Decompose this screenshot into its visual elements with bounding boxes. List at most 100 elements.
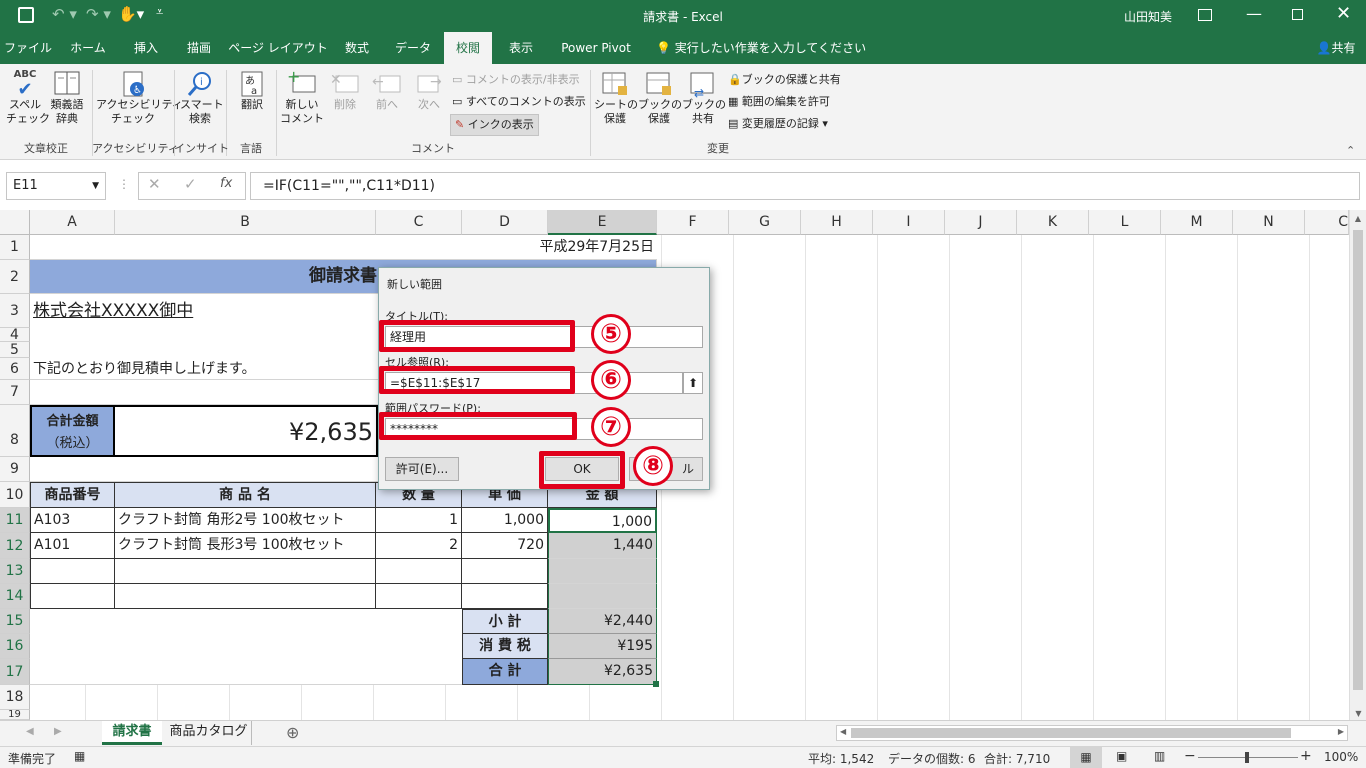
row-header-19[interactable]: 19 xyxy=(0,710,30,720)
tab-review[interactable]: 校閲 xyxy=(444,32,492,64)
empty-row-13-qty[interactable] xyxy=(376,559,462,584)
h-scroll-thumb[interactable] xyxy=(851,728,1291,738)
row-header-14[interactable]: 14 xyxy=(0,584,30,609)
row-header-5[interactable]: 5 xyxy=(0,342,30,358)
protect-workbook-button[interactable]: ブックの 保護 xyxy=(638,70,682,126)
share-button[interactable]: 👤共有 xyxy=(1310,32,1362,64)
show-ink-button[interactable]: ✎ インクの表示 xyxy=(450,114,539,136)
empty-row-13-price[interactable] xyxy=(462,559,548,584)
scroll-left-icon[interactable]: ◀ xyxy=(840,727,846,736)
col-header-d[interactable]: D xyxy=(462,210,548,235)
col-header-j[interactable]: J xyxy=(945,210,1017,235)
page-layout-view-icon[interactable]: ▣ xyxy=(1116,749,1127,763)
formula-input[interactable]: =IF(C11="","",C11*D11) xyxy=(250,172,1360,200)
show-all-comments-button[interactable]: ▭ すべてのコメントの表示 xyxy=(452,92,586,112)
next-sheet-icon[interactable]: ▶ xyxy=(54,726,62,737)
cancel-icon[interactable]: ✕ xyxy=(148,175,161,193)
col-header-g[interactable]: G xyxy=(729,210,801,235)
tab-page-layout[interactable]: ページ レイアウト xyxy=(228,32,328,64)
collapse-ribbon-icon[interactable]: ⌃ xyxy=(1346,144,1355,157)
col-header-b[interactable]: B xyxy=(115,210,376,235)
show-hide-comment-button[interactable]: ▭ コメントの表示/非表示 xyxy=(452,70,580,90)
status-average[interactable]: 平均: 1,542 xyxy=(808,750,874,767)
horizontal-scrollbar[interactable]: ◀ ▶ xyxy=(836,725,1348,741)
track-changes-button[interactable]: ▤ 変更履歴の記録 ▾ xyxy=(728,114,828,134)
item-1-name[interactable]: クラフト封筒 角形2号 100枚セット xyxy=(115,508,376,533)
scroll-right-icon[interactable]: ▶ xyxy=(1338,727,1344,736)
zoom-slider-thumb[interactable] xyxy=(1245,752,1249,763)
zoom-out-icon[interactable]: − xyxy=(1184,748,1196,764)
empty-row-14-name[interactable] xyxy=(115,584,376,609)
empty-row-14-qty[interactable] xyxy=(376,584,462,609)
tab-data[interactable]: データ xyxy=(386,32,440,64)
item-2-code[interactable]: A101 xyxy=(30,533,115,559)
add-sheet-icon[interactable]: ⊕ xyxy=(286,723,299,742)
col-header-o[interactable]: C xyxy=(1305,210,1349,235)
empty-row-14-price[interactable] xyxy=(462,584,548,609)
col-header-f[interactable]: F xyxy=(657,210,729,235)
col-header-h[interactable]: H xyxy=(801,210,873,235)
tab-power-pivot[interactable]: Power Pivot xyxy=(550,32,642,64)
grand-total-value[interactable]: ¥2,635 xyxy=(548,659,657,685)
total-amount-cell[interactable]: ¥2,635 xyxy=(115,405,378,457)
vertical-scrollbar[interactable]: ▲ ▼ xyxy=(1349,210,1366,720)
row-header-12[interactable]: 12 xyxy=(0,533,30,559)
macro-record-icon[interactable]: ▦ xyxy=(74,749,85,763)
col-header-k[interactable]: K xyxy=(1017,210,1089,235)
accessibility-check-button[interactable]: ♿ アクセシビリティ チェック xyxy=(96,70,183,126)
translate-button[interactable]: あa 翻訳 xyxy=(232,70,272,112)
header-code[interactable]: 商品番号 xyxy=(30,482,115,508)
tab-formulas[interactable]: 数式 xyxy=(332,32,382,64)
zoom-in-icon[interactable]: + xyxy=(1300,748,1312,764)
row-header-11[interactable]: 11 xyxy=(0,508,30,533)
scroll-thumb[interactable] xyxy=(1353,230,1363,690)
subtotal-label[interactable]: 小 計 xyxy=(462,609,548,634)
item-1-code[interactable]: A103 xyxy=(30,508,115,533)
select-all-corner[interactable] xyxy=(0,210,30,235)
subtotal-value[interactable]: ¥2,440 xyxy=(548,609,657,634)
scroll-down-icon[interactable]: ▼ xyxy=(1350,709,1366,718)
header-name[interactable]: 商 品 名 xyxy=(115,482,376,508)
grand-total-label[interactable]: 合 計 xyxy=(462,659,548,685)
empty-row-13-code[interactable] xyxy=(30,559,115,584)
row-header-15[interactable]: 15 xyxy=(0,609,30,634)
enter-icon[interactable]: ✓ xyxy=(184,175,197,193)
item-2-amount[interactable]: 1,440 xyxy=(548,533,657,559)
sheet-tab-invoice[interactable]: 請求書 xyxy=(102,721,162,745)
smart-lookup-button[interactable]: i スマート 検索 xyxy=(180,70,224,126)
page-break-view-icon[interactable]: ▥ xyxy=(1154,749,1165,763)
date-cell[interactable]: 平成29年7月25日 xyxy=(30,235,657,260)
col-header-l[interactable]: L xyxy=(1089,210,1161,235)
row-header-13[interactable]: 13 xyxy=(0,559,30,584)
row-header-8[interactable]: 8 xyxy=(0,405,30,457)
total-label-cell[interactable]: 合計金額 （税込） xyxy=(30,405,115,457)
tab-draw[interactable]: 描画 xyxy=(174,32,224,64)
row-header-2[interactable]: 2 xyxy=(0,260,30,294)
minimize-icon[interactable]: — xyxy=(1246,4,1262,23)
zoom-level[interactable]: 100% xyxy=(1324,750,1358,764)
col-header-e[interactable]: E xyxy=(548,210,657,235)
allow-edit-ranges-button[interactable]: ▦ 範囲の編集を許可 xyxy=(728,92,830,112)
prev-comment-button[interactable]: ← 前へ xyxy=(368,70,406,112)
name-box[interactable]: E11 ▼ xyxy=(6,172,106,200)
name-box-dropdown-icon[interactable]: ▼ xyxy=(92,173,99,199)
empty-row-14-amount[interactable] xyxy=(548,584,657,609)
insert-function-icon[interactable]: fx xyxy=(220,176,232,191)
protect-share-button[interactable]: 🔒ブックの保護と共有 xyxy=(728,70,841,90)
row-header-10[interactable]: 10 xyxy=(0,482,30,508)
status-count[interactable]: データの個数: 6 xyxy=(888,750,976,767)
prev-sheet-icon[interactable]: ◀ xyxy=(26,726,34,737)
collapse-dialog-icon[interactable]: ⬆ xyxy=(683,372,703,394)
row-header-7[interactable]: 7 xyxy=(0,380,30,405)
close-icon[interactable]: ✕ xyxy=(1336,3,1351,24)
row-header-6[interactable]: 6 xyxy=(0,358,30,380)
row-header-18[interactable]: 18 xyxy=(0,685,30,710)
item-2-price[interactable]: 720 xyxy=(462,533,548,559)
sheet-tab-catalog[interactable]: 商品カタログ xyxy=(166,721,252,745)
row-header-3[interactable]: 3 xyxy=(0,294,30,328)
tab-view[interactable]: 表示 xyxy=(496,32,546,64)
user-name[interactable]: 山田知美 xyxy=(1124,8,1172,25)
ribbon-display-icon[interactable] xyxy=(1198,9,1212,21)
empty-row-14-code[interactable] xyxy=(30,584,115,609)
spell-check-button[interactable]: ABC ✔ スペル チェック xyxy=(6,68,50,126)
